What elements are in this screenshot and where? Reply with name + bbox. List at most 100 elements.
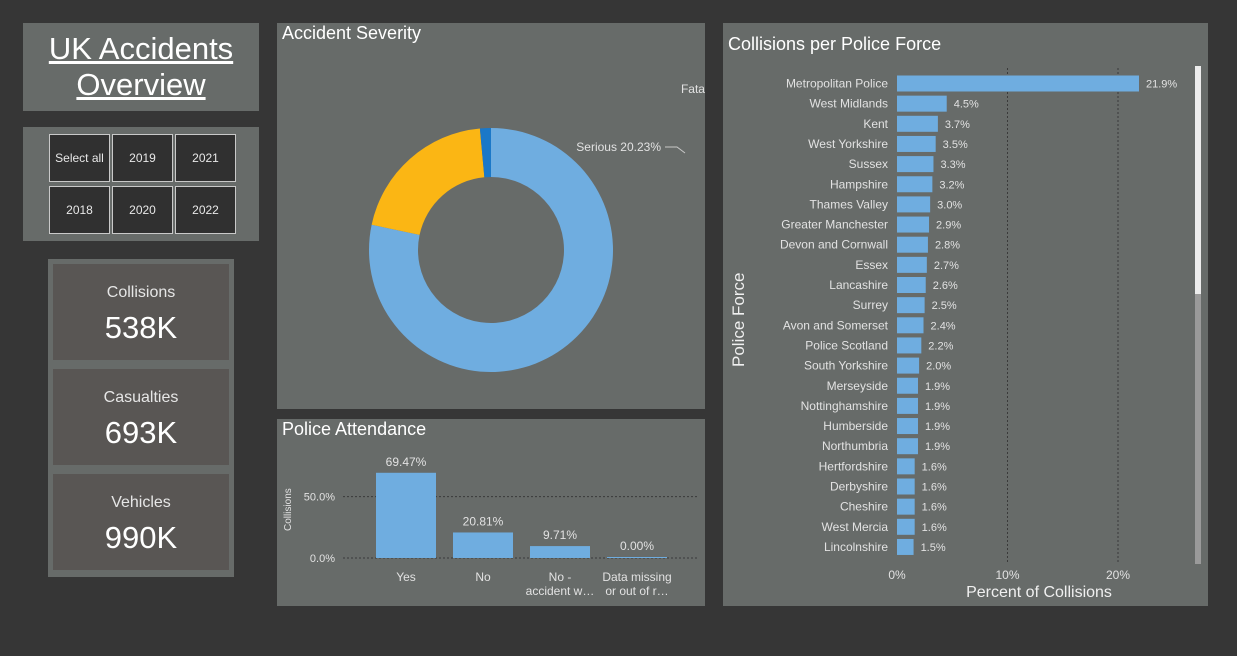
bar-value-label: 4.5% <box>954 99 979 111</box>
kpi-value: 693K <box>104 415 178 450</box>
x-tick-label: Data missing <box>602 570 671 584</box>
bar-value-label: 2.0% <box>926 361 951 373</box>
bar-value-label: 69.47% <box>386 455 427 469</box>
category-label: Thames Valley <box>810 197 888 211</box>
y-tick-label: 50.0% <box>304 492 335 504</box>
police-force-bar[interactable] <box>897 397 918 414</box>
x-tick-label: 20% <box>1106 568 1130 582</box>
police-force-bar[interactable] <box>897 75 1139 92</box>
police-force-bar[interactable] <box>897 377 918 394</box>
attendance-bar-chart: 0.0% 50.0% Collisions 69.47% Yes 20.81% No 9.71… <box>283 455 697 598</box>
x-axis-label: Percent of Collisions <box>966 584 1112 601</box>
category-label: Surrey <box>853 298 888 312</box>
bar-value-label: 1.6% <box>922 522 947 534</box>
category-label: Greater Manchester <box>781 218 888 232</box>
category-label: Cheshire <box>840 500 888 514</box>
police-force-bar[interactable] <box>897 277 926 293</box>
category-label: Police Scotland <box>805 338 888 352</box>
police-force-bar[interactable] <box>897 176 933 193</box>
y-axis-label: Police Force <box>729 273 748 367</box>
bar-value-label: 1.9% <box>925 401 950 413</box>
donut-label-fatal: Fatal 1.45% <box>681 82 705 96</box>
slicer-2019-button[interactable]: 2019 <box>112 134 173 182</box>
donut-label-serious: Serious 20.23% <box>576 140 661 154</box>
category-label: Northumbria <box>822 439 888 453</box>
category-label: Lancashire <box>829 278 888 292</box>
category-label: Kent <box>863 117 888 131</box>
police-force-bar[interactable] <box>897 458 915 475</box>
bar-value-label: 3.3% <box>940 159 965 171</box>
x-tick-label: 10% <box>995 568 1019 582</box>
x-tick-label: accident w… <box>526 584 595 598</box>
category-label: Sussex <box>849 157 888 171</box>
x-tick-label: 0% <box>888 568 906 582</box>
police-force-bar[interactable] <box>897 418 918 435</box>
bar-value-label: 2.9% <box>936 220 961 232</box>
bar-value-label: 1.5% <box>921 542 946 554</box>
police-force-bar[interactable] <box>897 95 947 112</box>
bar-value-label: 1.9% <box>925 381 950 393</box>
bar-value-label: 9.71% <box>543 528 577 542</box>
attendance-bar[interactable] <box>607 557 667 558</box>
police-force-bar[interactable] <box>897 478 915 495</box>
bar-value-label: 2.2% <box>928 340 953 352</box>
bar-value-label: 1.9% <box>925 421 950 433</box>
police-force-bar[interactable] <box>897 135 936 152</box>
category-label: West Yorkshire <box>808 137 888 151</box>
bar-value-label: 3.7% <box>945 119 970 131</box>
severity-donut-chart: Slight 78.32%Serious 20.23%Fatal 1.45% <box>369 82 705 372</box>
page-title: UK Accidents Overview <box>48 31 234 102</box>
slicer-2021-button[interactable]: 2021 <box>175 134 236 182</box>
category-label: West Midlands <box>810 97 888 111</box>
x-tick-label: No - <box>549 570 572 584</box>
kpi-card-vehicles: Vehicles 990K <box>53 474 229 570</box>
police-force-bar[interactable] <box>897 498 915 515</box>
police-force-bar[interactable] <box>897 196 931 213</box>
police-force-bar[interactable] <box>897 297 925 314</box>
police-force-bar[interactable] <box>897 256 927 273</box>
bar-value-label: 21.9% <box>1146 79 1177 91</box>
police-force-bar[interactable] <box>897 216 930 233</box>
accident-severity-panel: Accident Severity Slight 78.32%Serious 2… <box>277 23 705 409</box>
police-force-bar[interactable] <box>897 518 915 535</box>
bar-value-label: 0.00% <box>620 539 654 553</box>
attendance-bar[interactable] <box>453 532 513 558</box>
donut-slice-serious[interactable] <box>371 128 485 235</box>
police-force-bar[interactable] <box>897 236 928 253</box>
category-label: Nottinghamshire <box>801 399 889 413</box>
kpi-value: 990K <box>104 520 178 555</box>
category-label: Derbyshire <box>830 480 888 494</box>
police-force-bar[interactable] <box>897 156 934 173</box>
bar-value-label: 2.4% <box>931 320 956 332</box>
bar-value-label: 2.5% <box>932 300 957 312</box>
kpi-label: Vehicles <box>111 494 171 511</box>
slicer-2022-button[interactable]: 2022 <box>175 186 236 234</box>
police-force-bar[interactable] <box>897 317 924 334</box>
police-force-bar[interactable] <box>897 438 918 455</box>
police-force-bar[interactable] <box>897 115 938 132</box>
kpi-card-casualties: Casualties 693K <box>53 369 229 465</box>
police-force-bar-chart: 0% 10% 20% Metropolitan Police 21.9% West Mid… <box>729 66 1201 601</box>
scrollbar-thumb[interactable] <box>1195 66 1201 294</box>
bar-value-label: 3.2% <box>939 179 964 191</box>
x-tick-label: or out of r… <box>605 584 668 598</box>
police-force-bar[interactable] <box>897 357 920 374</box>
kpi-panel: Collisions 538K Casualties 693K Vehicles… <box>48 259 234 577</box>
bar-value-label: 2.8% <box>935 240 960 252</box>
category-label: Avon and Somerset <box>783 318 889 332</box>
category-label: Devon and Cornwall <box>780 238 888 252</box>
police-force-bar[interactable] <box>897 337 922 354</box>
police-force-bar[interactable] <box>897 538 914 555</box>
title-panel: UK Accidents Overview <box>23 23 259 111</box>
kpi-card-collisions: Collisions 538K <box>53 264 229 360</box>
slicer-2018-button[interactable]: 2018 <box>49 186 110 234</box>
attendance-bar[interactable] <box>376 472 436 558</box>
bar-value-label: 1.6% <box>922 502 947 514</box>
bar-value-label: 2.7% <box>934 260 959 272</box>
slicer-2020-button[interactable]: 2020 <box>112 186 173 234</box>
bar-value-label: 20.81% <box>463 514 504 528</box>
bar-value-label: 3.0% <box>937 199 962 211</box>
category-label: Lincolnshire <box>824 540 888 554</box>
slicer-select-all-button[interactable]: Select all <box>49 134 110 182</box>
attendance-bar[interactable] <box>530 546 590 558</box>
